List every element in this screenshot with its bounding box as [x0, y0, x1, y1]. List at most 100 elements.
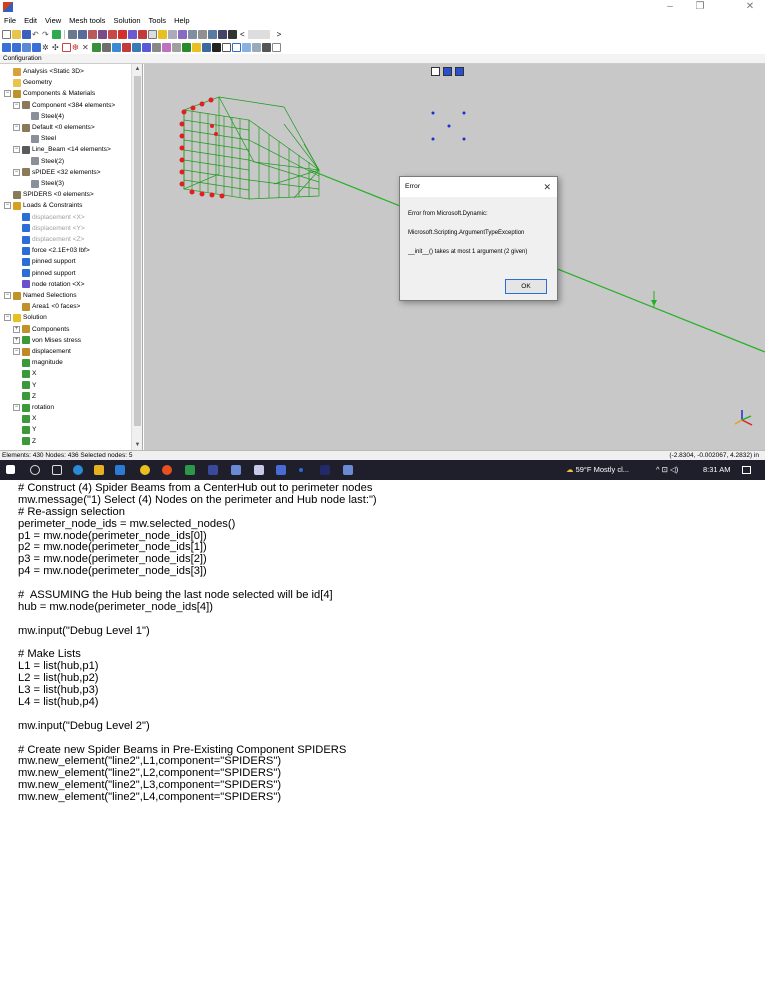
rotate-view-icon[interactable] [22, 43, 31, 52]
menu-edit[interactable]: Edit [20, 14, 41, 28]
green-tool-icon[interactable] [92, 43, 101, 52]
solid-view-icon[interactable] [78, 30, 87, 39]
new-file-icon[interactable] [2, 30, 11, 39]
menu-solution[interactable]: Solution [109, 14, 144, 28]
tree-item[interactable]: Y [22, 424, 36, 435]
tree-item[interactable]: magnitude [22, 357, 63, 368]
app-icon-3[interactable] [254, 465, 264, 475]
menu-help[interactable]: Help [170, 14, 193, 28]
frame-icon[interactable] [232, 43, 241, 52]
redo-icon[interactable]: ↷ [42, 30, 51, 39]
collapse-icon[interactable]: − [4, 314, 11, 322]
expand-icon[interactable]: + [13, 336, 20, 344]
material-view-icon[interactable] [202, 43, 211, 52]
tree-scroll-thumb[interactable] [134, 76, 141, 426]
red-view-icon[interactable] [108, 30, 117, 39]
menu-view[interactable]: View [41, 14, 65, 28]
search-icon[interactable] [30, 465, 40, 475]
minimize-button[interactable]: – [655, 0, 685, 14]
tree-item[interactable]: SPIDERS <0 elements> [13, 189, 94, 200]
nav-prev-icon[interactable]: < [240, 30, 245, 39]
blue-cube-icon[interactable] [128, 30, 137, 39]
tree-item[interactable]: pinned support [22, 268, 76, 279]
tree-item[interactable]: − Named Selections [4, 290, 77, 301]
menu-tools[interactable]: Tools [145, 14, 171, 28]
box-select-icon[interactable] [62, 43, 71, 52]
curve-icon[interactable] [172, 43, 181, 52]
tree-item[interactable]: Geometry [13, 77, 52, 88]
excel-icon[interactable] [185, 465, 195, 475]
outline-triangle-icon[interactable] [222, 43, 231, 52]
app-icon-5[interactable] [299, 468, 303, 472]
tree-item[interactable]: Steel(3) [31, 178, 64, 189]
undo-icon[interactable]: ↶ [32, 30, 41, 39]
wireframe-icon[interactable] [218, 30, 227, 39]
purple-box-icon[interactable] [98, 30, 107, 39]
app-icon-6[interactable] [320, 465, 330, 475]
tree-item[interactable]: − Default <0 elements> [13, 122, 95, 133]
clock[interactable]: 8:31 AM [703, 460, 731, 480]
collapse-icon[interactable]: − [13, 101, 20, 109]
layer-icon[interactable] [188, 30, 197, 39]
y-axis-icon[interactable] [182, 43, 191, 52]
tree-item[interactable]: displacement <X> [22, 212, 85, 223]
tree-item[interactable]: + von Mises stress [13, 335, 81, 346]
tree-item[interactable]: node rotation <X> [22, 279, 84, 290]
cylinder-icon[interactable] [152, 43, 161, 52]
section-icon[interactable] [122, 43, 131, 52]
chrome-icon[interactable] [140, 465, 150, 475]
grid-icon[interactable] [228, 30, 237, 39]
equals-icon[interactable] [52, 30, 61, 39]
save-icon[interactable] [22, 30, 31, 39]
tree-item[interactable]: − displacement [13, 346, 71, 357]
view-options-icon[interactable] [168, 30, 177, 39]
notifications-icon[interactable] [742, 466, 751, 474]
tree-item[interactable]: Steel(2) [31, 156, 64, 167]
collapse-icon[interactable]: − [4, 90, 11, 98]
start-icon[interactable] [6, 465, 15, 474]
tree-item[interactable]: force <2.1E+03 lbf> [22, 245, 90, 256]
collapse-icon[interactable]: − [13, 124, 20, 131]
menu-file[interactable]: File [0, 14, 20, 28]
tree-item[interactable]: displacement <Y> [22, 223, 85, 234]
weather-widget[interactable]: ☁ 59°F Mostly cl... [566, 460, 629, 480]
tree-item[interactable]: − Component <384 elements> [13, 100, 115, 111]
measure-icon[interactable] [112, 43, 121, 52]
axis-icon[interactable] [142, 43, 151, 52]
tree-item[interactable]: X [22, 368, 36, 379]
star-icon[interactable]: ✲ [42, 43, 51, 52]
node-icon[interactable]: ✣ [52, 43, 61, 52]
collapse-icon[interactable]: − [4, 292, 11, 299]
system-tray-icons[interactable]: ^ ⊡ ◁) [656, 460, 678, 480]
collapse-icon[interactable]: − [4, 202, 11, 210]
tree-item[interactable]: − sPIDEE <32 elements> [13, 167, 101, 178]
restore-button[interactable]: ❐ [685, 0, 715, 14]
scroll-up-icon[interactable]: ▲ [132, 64, 142, 74]
mesh-icon[interactable] [68, 30, 77, 39]
collapse-icon[interactable]: − [13, 146, 20, 154]
app-icon-4[interactable] [276, 465, 286, 475]
app-icon-1[interactable] [208, 465, 218, 475]
vector-icon[interactable] [252, 43, 261, 52]
tree-item[interactable]: − Line_Beam <14 elements> [13, 144, 111, 155]
pan-icon[interactable] [32, 43, 41, 52]
table-icon[interactable] [272, 43, 281, 52]
render-icon[interactable] [162, 43, 171, 52]
expand-icon[interactable]: + [13, 325, 20, 333]
task-view-icon[interactable] [52, 465, 62, 475]
tree-item[interactable]: − Loads & Constraints [4, 200, 82, 211]
tree-item[interactable]: + Components [13, 324, 69, 335]
tree-item[interactable]: − Components & Materials [4, 88, 95, 99]
probe-icon[interactable] [102, 43, 111, 52]
collapse-icon[interactable]: − [13, 348, 20, 355]
red-cube-icon[interactable] [118, 30, 127, 39]
firefox-icon[interactable] [162, 465, 172, 475]
light-icon[interactable] [192, 43, 201, 52]
tree-item[interactable]: pinned support [22, 256, 76, 267]
tree-item[interactable]: Z [22, 391, 36, 402]
tree-item[interactable]: − Solution [4, 312, 47, 323]
tree-item[interactable]: Z [22, 436, 36, 447]
shading-icon[interactable] [208, 30, 217, 39]
red-mesh-icon[interactable] [138, 30, 147, 39]
nav-next-icon[interactable]: > [277, 30, 282, 39]
